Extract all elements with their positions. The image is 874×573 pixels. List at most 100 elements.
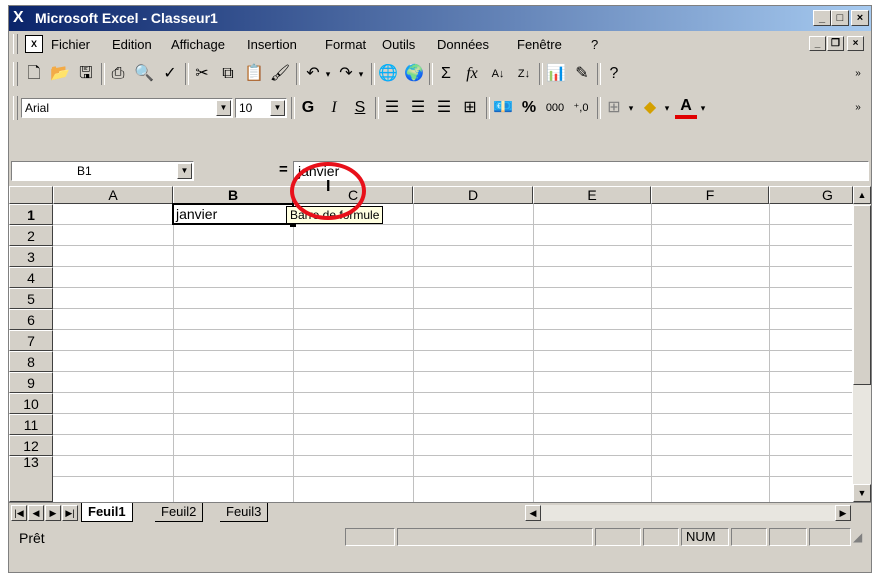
menu-format[interactable]: Format [325,37,366,52]
prev-sheet-button[interactable]: ◀ [28,505,44,521]
worksheet-grid[interactable]: A B C D E F G 1 2 3 4 5 6 7 8 9 10 11 12… [9,186,871,502]
font-name-combo[interactable]: Arial ▼ [21,98,233,118]
close-button[interactable]: × [851,10,869,26]
align-right-icon[interactable]: ☰ [433,97,455,119]
save-icon[interactable]: 🖫 [75,63,97,85]
menu-edition[interactable]: Edition [112,37,152,52]
increase-decimal-button[interactable]: ⁺,0 [570,97,592,119]
row-header-3[interactable]: 3 [9,246,53,267]
equals-button[interactable]: = [279,161,288,178]
row-header-8[interactable]: 8 [9,351,53,372]
column-header-f[interactable]: F [651,186,769,204]
title-bar[interactable]: X Microsoft Excel - Classeur1 _ □ × [9,6,871,31]
align-center-icon[interactable]: ☰ [407,97,429,119]
thousands-button[interactable]: 000 [544,97,566,119]
chevron-down-icon[interactable]: ▾ [625,97,637,119]
row-header-11[interactable]: 11 [9,414,53,435]
column-header-e[interactable]: E [533,186,651,204]
fill-color-icon[interactable]: ◆ [639,97,661,119]
menu-donnees[interactable]: Données [437,37,489,52]
sheet-tab-feuil2[interactable]: Feuil2 [155,503,204,522]
chart-wizard-icon[interactable]: 📊 [545,63,567,85]
menubar-grip[interactable] [13,34,18,54]
menu-affichage[interactable]: Affichage [171,37,225,52]
scroll-thumb[interactable] [853,205,871,385]
row-header-5[interactable]: 5 [9,288,53,309]
scroll-down-button[interactable]: ▼ [853,484,871,502]
menu-outils[interactable]: Outils [382,37,415,52]
maximize-button[interactable]: □ [831,10,849,26]
excel-icon[interactable]: X [13,10,31,26]
row-header-12[interactable]: 12 [9,435,53,456]
format-painter-icon[interactable]: 🖌 [269,63,291,85]
last-sheet-button[interactable]: ▶| [62,505,78,521]
cut-icon[interactable]: ✂ [191,63,213,85]
redo-icon[interactable]: ↷ [335,63,357,85]
resize-grip-icon[interactable]: ◢ [853,530,862,544]
print-icon[interactable]: ⎙ [107,63,129,85]
doc-minimize-button[interactable]: _ [809,36,826,51]
row-header-10[interactable]: 10 [9,393,53,414]
horizontal-scrollbar[interactable]: ◀ ▶ [525,505,851,521]
column-header-a[interactable]: A [53,186,173,204]
row-header-1[interactable]: 1 [9,204,53,225]
menu-insertion[interactable]: Insertion [247,37,297,52]
insert-hyperlink-icon[interactable]: 🌐 [377,63,399,85]
doc-close-button[interactable]: × [847,36,864,51]
document-icon[interactable]: X [25,35,43,53]
first-sheet-button[interactable]: |◀ [11,505,27,521]
row-header-7[interactable]: 7 [9,330,53,351]
menu-help[interactable]: ? [591,37,598,52]
drawing-icon[interactable]: ✎ [571,63,593,85]
sheet-tab-feuil1[interactable]: Feuil1 [81,503,133,522]
column-header-d[interactable]: D [413,186,533,204]
sort-ascending-icon[interactable]: A↓ [487,63,509,85]
row-header-4[interactable]: 4 [9,267,53,288]
formula-input[interactable]: janvier [293,161,869,181]
paste-icon[interactable]: 📋 [243,63,265,85]
scroll-left-button[interactable]: ◀ [525,505,541,521]
more-buttons-icon[interactable]: » [851,63,865,85]
vertical-scrollbar[interactable]: ▲ ▼ [853,186,871,502]
spelling-icon[interactable]: ✓ [159,63,181,85]
minimize-button[interactable]: _ [813,10,831,26]
chevron-down-icon[interactable]: ▾ [322,63,334,85]
more-buttons-icon[interactable]: » [851,97,865,119]
bold-button[interactable]: G [297,97,319,119]
cell-b1[interactable]: janvier [172,203,294,225]
menu-fenetre[interactable]: Fenêtre [517,37,562,52]
scroll-right-button[interactable]: ▶ [835,505,851,521]
autosum-icon[interactable]: Σ [435,63,457,85]
chevron-down-icon[interactable]: ▼ [270,100,285,116]
column-header-b[interactable]: B [173,186,293,204]
new-icon[interactable]: 🗋 [23,63,45,85]
chevron-down-icon[interactable]: ▾ [697,97,709,119]
font-color-icon[interactable]: A [675,97,697,119]
print-preview-icon[interactable]: 🔍 [133,63,155,85]
row-header-9[interactable]: 9 [9,372,53,393]
scroll-up-button[interactable]: ▲ [853,186,871,204]
italic-button[interactable]: I [323,97,345,119]
undo-icon[interactable]: ↶ [302,63,324,85]
chevron-down-icon[interactable]: ▼ [177,163,192,179]
borders-icon[interactable]: ⊞ [603,97,625,119]
select-all-button[interactable] [9,186,53,204]
name-box[interactable]: B1 ▼ [11,161,194,181]
currency-icon[interactable]: 💶 [492,97,514,119]
next-sheet-button[interactable]: ▶ [45,505,61,521]
sort-descending-icon[interactable]: Z↓ [513,63,535,85]
underline-button[interactable]: S [349,97,371,119]
help-icon[interactable]: ? [603,63,625,85]
chevron-down-icon[interactable]: ▾ [661,97,673,119]
merge-center-icon[interactable]: ⊞ [459,97,481,119]
row-header-2[interactable]: 2 [9,225,53,246]
copy-icon[interactable]: ⧉ [217,63,239,85]
toolbar-grip[interactable] [13,96,18,120]
toolbar-grip[interactable] [13,62,18,86]
row-header-6[interactable]: 6 [9,309,53,330]
menu-fichier[interactable]: Fichier [51,37,90,52]
open-icon[interactable]: 📂 [49,63,71,85]
doc-restore-button[interactable]: ❐ [827,36,844,51]
row-header-13[interactable]: 13 [9,456,53,502]
chevron-down-icon[interactable]: ▾ [355,63,367,85]
